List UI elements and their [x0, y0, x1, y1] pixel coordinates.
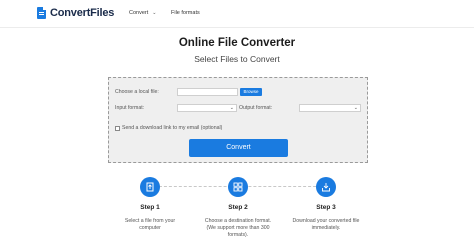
step-3-description: Download your converted file immediately…: [284, 218, 368, 232]
logo[interactable]: ConvertFiles: [37, 7, 114, 19]
email-checkbox-label: Send a download link to my email (option…: [122, 125, 223, 131]
file-upload-icon: [146, 182, 154, 192]
top-navigation-bar: ConvertFiles Convert ⌄ File formats: [0, 0, 474, 28]
page-subtitle: Select Files to Convert: [194, 54, 280, 64]
step-1-description: Select a file from your computer: [108, 218, 192, 232]
converter-panel: Choose a local file: Browse Input format…: [108, 77, 368, 163]
convert-button[interactable]: Convert: [189, 139, 288, 157]
step-3-title: Step 3: [316, 204, 336, 211]
step-1-title: Step 1: [140, 204, 160, 211]
download-icon: [322, 183, 330, 192]
step-2-desc-line-1: Choose a destination format.: [204, 218, 272, 224]
step-2-desc-line-2: (We support more than 300: [206, 225, 270, 231]
page-title: Online File Converter: [178, 37, 296, 49]
choose-file-label: Choose a local file:: [115, 89, 159, 95]
grid-icon: [233, 182, 243, 192]
input-format-select[interactable]: ⌄: [177, 104, 237, 112]
chevron-down-icon: ⌄: [152, 10, 157, 16]
logo-text: ConvertFiles: [50, 7, 115, 19]
step-3-badge: [316, 177, 336, 197]
step-3-desc-line-1: Download your converted file: [292, 218, 360, 224]
input-format-label: Input format:: [115, 105, 145, 111]
step-1-desc-line-2: computer: [139, 225, 161, 231]
chevron-down-icon: ⌄: [229, 105, 234, 111]
step-2-desc-line-3: formats).: [227, 232, 249, 238]
step-2-badge: [228, 177, 248, 197]
nav-file-formats-label: File formats: [171, 10, 200, 16]
output-format-select[interactable]: ⌄: [299, 104, 361, 112]
nav-convert-label: Convert: [129, 10, 149, 16]
browse-button[interactable]: Browse: [240, 88, 262, 96]
step-2-description: Choose a destination format. (We support…: [196, 218, 280, 239]
nav-file-formats[interactable]: File formats: [171, 10, 200, 16]
step-2-title: Step 2: [228, 204, 248, 211]
step-1-badge: [140, 177, 160, 197]
step-3-desc-line-2: immediately.: [311, 225, 341, 231]
nav-convert[interactable]: Convert ⌄: [129, 10, 156, 16]
output-format-label: Output format:: [239, 105, 273, 111]
step-1-desc-line-1: Select a file from your: [124, 218, 176, 224]
logo-icon: [37, 7, 46, 19]
file-path-input[interactable]: [177, 88, 238, 96]
chevron-down-icon: ⌄: [353, 105, 358, 111]
email-checkbox[interactable]: [115, 126, 120, 131]
